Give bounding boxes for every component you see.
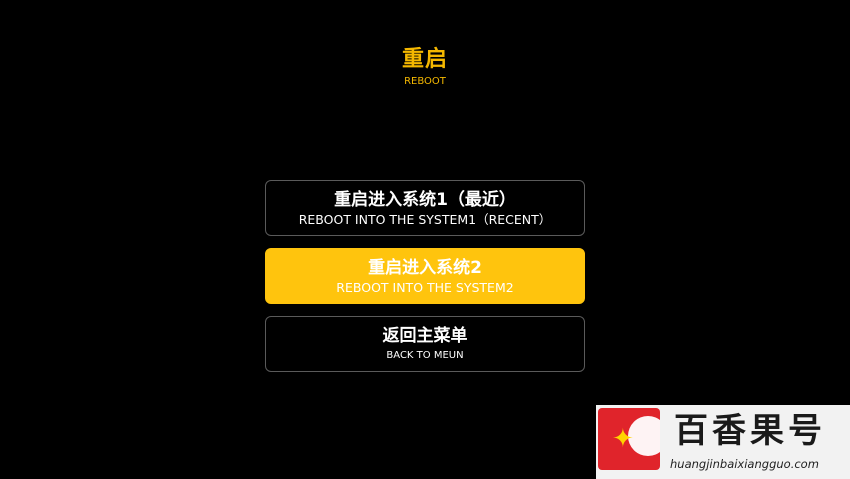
reboot-system1-sublabel: REBOOT INTO THE SYSTEM1（RECENT）	[298, 211, 552, 227]
header: 重启 REBOOT	[0, 46, 850, 89]
back-to-menu-button[interactable]: 返回主菜单 BACK TO MEUN	[265, 316, 585, 372]
reboot-system2-button[interactable]: 重启进入系统2 REBOOT INTO THE SYSTEM2	[265, 248, 585, 304]
watermark: ✦ 百香果号 huangjinbaixiangguo.com	[596, 405, 850, 479]
brand-logo-icon: ✦	[598, 408, 660, 470]
watermark-brand: 百香果号	[674, 411, 826, 451]
reboot-menu: 重启进入系统1（最近） REBOOT INTO THE SYSTEM1（RECE…	[265, 180, 585, 384]
star-icon: ✦	[612, 424, 634, 454]
reboot-system2-label: 重启进入系统2	[368, 257, 482, 278]
page-title: 重启	[401, 47, 448, 72]
back-to-menu-sublabel: BACK TO MEUN	[386, 349, 464, 361]
watermark-url: huangjinbaixiangguo.com	[670, 457, 819, 471]
reboot-system1-label: 重启进入系统1（最近）	[334, 189, 516, 210]
back-to-menu-label: 返回主菜单	[382, 325, 468, 346]
reboot-system2-sublabel: REBOOT INTO THE SYSTEM2	[336, 279, 514, 295]
reboot-system1-button[interactable]: 重启进入系统1（最近） REBOOT INTO THE SYSTEM1（RECE…	[265, 180, 585, 236]
reboot-screen: 重启 REBOOT 重启进入系统1（最近） REBOOT INTO THE SY…	[0, 0, 850, 479]
page-subtitle: REBOOT	[404, 76, 446, 87]
